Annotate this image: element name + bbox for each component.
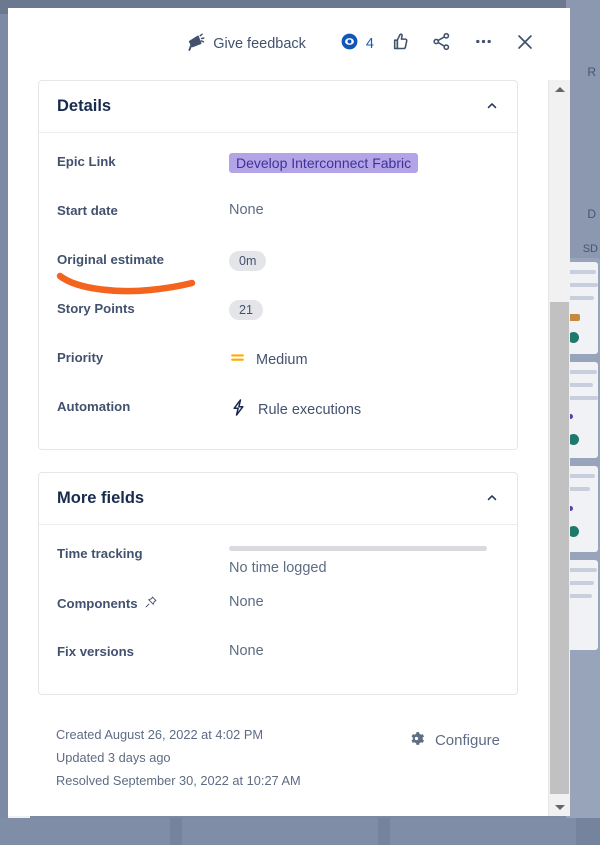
- field-row-priority: Priority Medium: [57, 335, 499, 384]
- time-tracking-progress-bar: [229, 546, 487, 551]
- details-panel-header[interactable]: Details: [39, 81, 517, 133]
- background-column-label: SD: [582, 243, 598, 255]
- field-row-epic-link: Epic Link Develop Interconnect Fabric: [57, 139, 499, 188]
- field-row-story-points: Story Points 21: [57, 286, 499, 335]
- field-label-time-tracking: Time tracking: [57, 546, 143, 561]
- megaphone-icon: [184, 32, 205, 57]
- desktop-bottom-strip: [0, 818, 600, 845]
- modal-header-toolbar: Give feedback 4: [8, 8, 570, 80]
- modal-scrollbar-vertical[interactable]: [548, 80, 570, 816]
- resolved-timestamp: Resolved September 30, 2022 at 10:27 AM: [56, 773, 301, 788]
- close-x-icon: [514, 31, 536, 58]
- more-options-button[interactable]: [466, 27, 500, 61]
- issue-detail-modal: Give feedback 4 Details Epic Link Develo…: [8, 8, 570, 816]
- field-value-automation-wrap[interactable]: Rule executions: [229, 397, 499, 421]
- field-value-fix-versions[interactable]: None: [229, 642, 499, 659]
- field-row-time-tracking: Time tracking No time logged: [57, 531, 499, 580]
- chevron-up-icon[interactable]: [485, 99, 499, 115]
- created-timestamp: Created August 26, 2022 at 4:02 PM: [56, 727, 264, 742]
- automation-value-label: Rule executions: [258, 401, 362, 418]
- field-row-fix-versions: Fix versions None: [57, 629, 499, 678]
- lightning-bolt-icon: [229, 398, 248, 421]
- field-row-automation: Automation Rule executions: [57, 384, 499, 433]
- configure-label: Configure: [434, 732, 500, 749]
- story-points-pill[interactable]: 21: [229, 300, 263, 320]
- give-feedback-label: Give feedback: [213, 36, 306, 52]
- details-panel-body: Epic Link Develop Interconnect Fabric St…: [39, 133, 517, 449]
- chevron-up-icon[interactable]: [485, 491, 499, 507]
- background-heading-2: D: [587, 207, 596, 221]
- field-value-priority-wrap[interactable]: Medium: [229, 348, 499, 370]
- share-button[interactable]: [424, 27, 458, 61]
- more-ellipsis-icon: [473, 31, 494, 57]
- field-row-components: Components None: [57, 580, 499, 629]
- field-value-original-estimate-wrap: 0m: [229, 250, 499, 271]
- field-value-story-points-wrap: 21: [229, 299, 499, 320]
- field-label-priority: Priority: [57, 350, 104, 365]
- give-feedback-button[interactable]: Give feedback: [176, 26, 314, 63]
- details-panel: Details Epic Link Develop Interconnect F…: [38, 80, 518, 450]
- priority-value-label: Medium: [256, 351, 308, 368]
- details-panel-title: Details: [57, 97, 112, 115]
- modal-scroll-down-button[interactable]: [549, 798, 570, 816]
- issue-meta-timestamps: Created August 26, 2022 at 4:02 PM Updat…: [56, 727, 301, 788]
- field-label-epic-link: Epic Link: [57, 154, 116, 169]
- field-label-start-date: Start date: [57, 203, 118, 218]
- field-row-start-date: Start date None: [57, 188, 499, 237]
- vote-button[interactable]: [382, 27, 416, 61]
- more-fields-panel: More fields Time tracking No time logged: [38, 472, 518, 695]
- field-row-original-estimate: Original estimate 0m: [57, 237, 499, 286]
- watch-count: 4: [365, 36, 374, 52]
- field-value-time-tracking[interactable]: No time logged: [229, 544, 499, 576]
- field-value-start-date[interactable]: None: [229, 201, 499, 218]
- eye-watch-icon: [340, 32, 359, 56]
- more-fields-panel-body: Time tracking No time logged Components: [39, 525, 517, 694]
- field-label-components: Components: [57, 593, 229, 612]
- time-tracking-label: No time logged: [229, 560, 327, 576]
- priority-medium-icon: [229, 349, 246, 370]
- modal-scrollbar-thumb[interactable]: [550, 302, 569, 794]
- close-button[interactable]: [508, 27, 542, 61]
- watch-button[interactable]: 4: [340, 32, 374, 56]
- modal-scroll-up-button[interactable]: [549, 80, 570, 98]
- gear-icon: [407, 729, 426, 752]
- field-label-automation: Automation: [57, 399, 131, 414]
- field-value-components[interactable]: None: [229, 593, 499, 610]
- more-fields-panel-title: More fields: [57, 489, 145, 507]
- modal-content-area: Details Epic Link Develop Interconnect F…: [8, 80, 548, 816]
- field-label-fix-versions: Fix versions: [57, 644, 134, 659]
- more-fields-panel-header[interactable]: More fields: [39, 473, 517, 525]
- issue-meta-footer: Created August 26, 2022 at 4:02 PM Updat…: [38, 717, 518, 788]
- field-value-epic-link-wrap: Develop Interconnect Fabric: [229, 152, 499, 173]
- updated-timestamp: Updated 3 days ago: [56, 750, 171, 765]
- field-label-components-text: Components: [57, 596, 138, 611]
- pin-icon[interactable]: [144, 595, 158, 612]
- background-heading-1: R: [587, 65, 596, 79]
- share-icon: [431, 31, 452, 57]
- configure-button[interactable]: Configure: [407, 727, 500, 752]
- field-label-story-points: Story Points: [57, 301, 135, 316]
- epic-link-badge[interactable]: Develop Interconnect Fabric: [229, 153, 419, 173]
- original-estimate-pill[interactable]: 0m: [229, 251, 267, 271]
- field-label-original-estimate: Original estimate: [57, 252, 165, 267]
- thumbs-up-icon: [389, 31, 410, 57]
